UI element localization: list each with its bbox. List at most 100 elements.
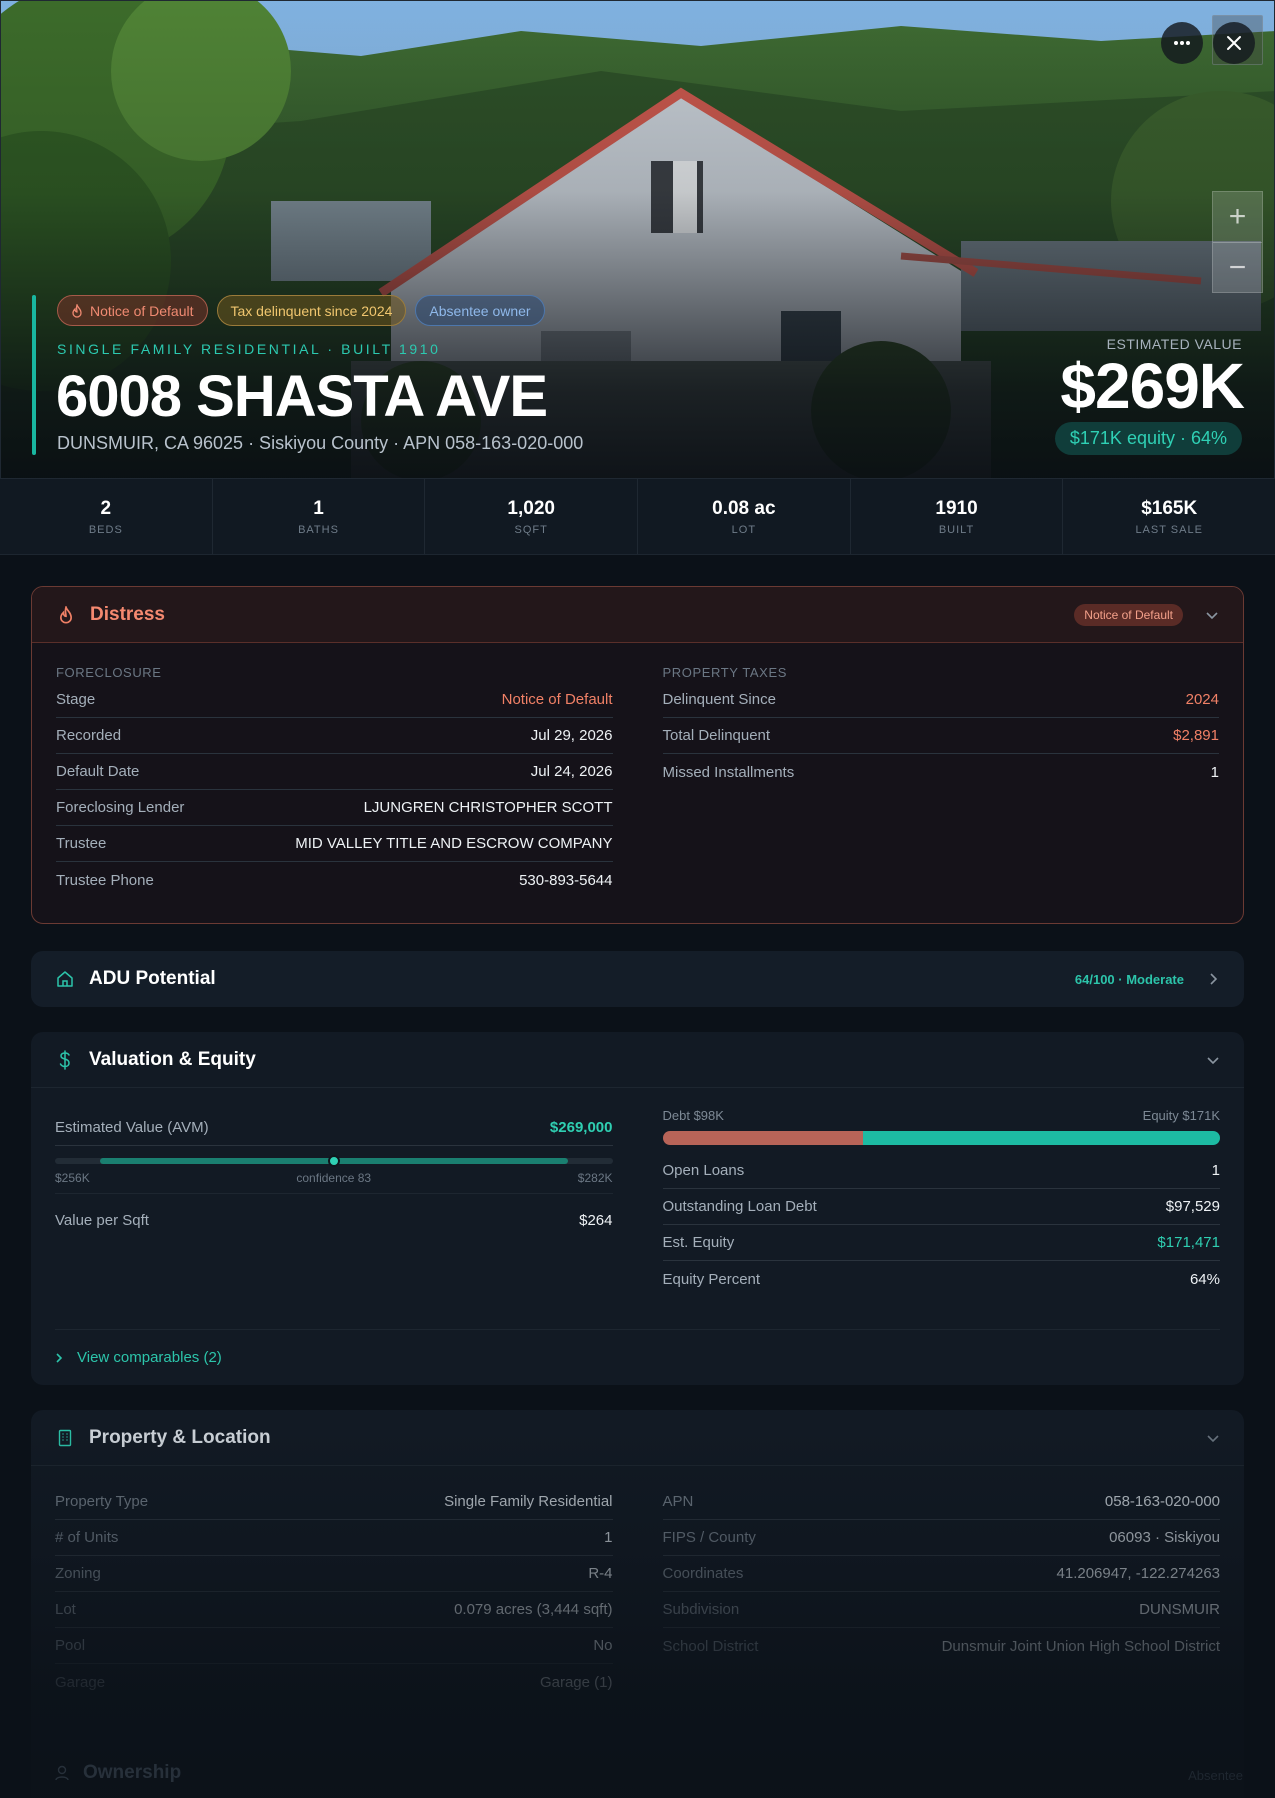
detail-value: R-4: [588, 1565, 613, 1582]
section-label: FORECLOSURE: [56, 665, 162, 680]
stat-built: 1910 BUILT: [851, 479, 1064, 554]
badge-absentee-owner[interactable]: Absentee owner: [415, 295, 545, 326]
stat-sqft: 1,020 SQFT: [425, 479, 639, 554]
stat-value: $165K: [1141, 497, 1198, 519]
avm-confidence-range: $256K confidence 83 $282K: [55, 1146, 613, 1194]
detail-key: APN: [662, 1493, 694, 1510]
badge-label: Absentee owner: [429, 302, 531, 319]
flame-icon: [72, 303, 82, 318]
expand-toggle[interactable]: [1206, 972, 1220, 986]
close-button[interactable]: [1213, 22, 1255, 64]
property-details-column: Property Type Single Family Residential #…: [55, 1484, 613, 1700]
building-icon: [58, 1429, 72, 1446]
ownership-status: Absentee: [1188, 1768, 1243, 1783]
detail-value: 058-163-020-000: [1104, 1493, 1220, 1510]
detail-row: Default Date Jul 24, 2026: [56, 754, 613, 790]
collapse-toggle[interactable]: [1205, 608, 1219, 622]
stats-bar: 2 BEDS 1 BATHS 1,020 SQFT 0.08 ac LOT 19…: [0, 479, 1275, 555]
detail-value: $97,529: [1165, 1198, 1220, 1215]
detail-value: Jul 24, 2026: [530, 763, 613, 780]
more-horizontal-icon: [1174, 41, 1190, 45]
property-header[interactable]: Property & Location: [31, 1410, 1244, 1466]
ownership-title: Ownership: [83, 1762, 182, 1783]
detail-value: Dunsmuir Joint Union High School Distric…: [941, 1637, 1220, 1655]
detail-value: Jul 29, 2026: [530, 727, 613, 744]
location-details-column: APN 058-163-020-000 FIPS / County 06093 · …: [662, 1484, 1221, 1700]
detail-key: Property Type: [55, 1493, 149, 1510]
badge-notice-of-default[interactable]: Notice of Default: [57, 295, 208, 326]
detail-value: 1: [1210, 763, 1219, 781]
badge-list: Notice of Default Tax delinquent since 2…: [57, 295, 545, 326]
equity-label: Equity $171K: [1142, 1108, 1220, 1123]
detail-row: Recorded Jul 29, 2026: [56, 718, 613, 754]
detail-value: Garage (1): [539, 1673, 613, 1691]
zoom-in-button[interactable]: +: [1213, 192, 1262, 242]
stat-lot: 0.08 ac LOT: [638, 479, 851, 554]
view-comparables-link[interactable]: View comparables (2): [55, 1329, 1220, 1385]
debt-label: Debt $98K: [662, 1108, 724, 1123]
detail-row: Total Delinquent $2,891: [662, 718, 1219, 754]
stat-label: LAST SALE: [1135, 523, 1203, 536]
badge-tax-delinquent[interactable]: Tax delinquent since 2024: [216, 295, 407, 326]
avm-confidence: confidence 83: [296, 1171, 372, 1185]
detail-row: Garage Garage (1): [55, 1664, 613, 1700]
stat-value: 2: [100, 497, 112, 519]
detail-value[interactable]: 530-893-5644: [519, 872, 612, 889]
detail-key: Estimated Value (AVM): [55, 1119, 209, 1136]
close-icon: [1227, 36, 1241, 50]
detail-key: Total Delinquent: [662, 727, 771, 744]
detail-row: Zoning R-4: [55, 1556, 613, 1592]
detail-row: Value per Sqft $264: [55, 1202, 613, 1238]
stat-beds: 2 BEDS: [0, 479, 213, 554]
map-zoom-controls: + −: [1212, 191, 1263, 293]
valuation-header[interactable]: Valuation & Equity: [31, 1032, 1244, 1088]
detail-row: Equity Percent 64%: [663, 1261, 1221, 1297]
detail-key: Lot: [55, 1601, 76, 1618]
property-subtitle: DUNSMUIR, CA 96025 · Siskiyou County · A…: [57, 433, 584, 453]
detail-key: Equity Percent: [662, 1270, 761, 1288]
more-options-button[interactable]: [1161, 22, 1203, 64]
ownership-section-header[interactable]: Ownership: [55, 1762, 181, 1784]
detail-row: Subdivision DUNSMUIR: [662, 1592, 1220, 1628]
stat-value: 0.08 ac: [712, 497, 776, 519]
stat-value: 1910: [935, 497, 978, 519]
detail-row: Missed Installments 1: [663, 754, 1220, 790]
detail-row: School District Dunsmuir Joint Union High…: [663, 1628, 1221, 1664]
valuation-title: Valuation & Equity: [89, 1048, 256, 1070]
detail-row: Property Type Single Family Residential: [55, 1484, 613, 1520]
foreclosure-column: FORECLOSURE Stage Notice of Default Recor…: [56, 643, 613, 898]
zoom-out-button[interactable]: −: [1213, 242, 1262, 292]
detail-key: Est. Equity: [662, 1234, 735, 1251]
estimated-value: $269K: [1060, 350, 1245, 422]
detail-key: Stage: [56, 691, 96, 708]
distress-header[interactable]: Distress Notice of Default: [32, 587, 1243, 643]
section-label: PROPERTY TAXES: [662, 665, 787, 680]
collapse-toggle[interactable]: [1206, 1431, 1220, 1445]
avm-high: $282K: [577, 1171, 613, 1185]
detail-key: Subdivision: [662, 1601, 740, 1618]
valuation-equity-card: Valuation & Equity Estimated Value (AVM)…: [31, 1032, 1244, 1385]
detail-key: Open Loans: [662, 1162, 745, 1179]
detail-value: Notice of Default: [501, 691, 613, 708]
detail-key: Trustee: [56, 835, 107, 852]
detail-key: Coordinates: [662, 1565, 744, 1582]
detail-key: Foreclosing Lender: [56, 799, 185, 816]
stat-value: 1,020: [507, 497, 555, 519]
property-address: 6008 SHASTA AVE: [56, 364, 548, 429]
detail-row: Trustee MID VALLEY TITLE AND ESCROW COMPA…: [56, 826, 613, 862]
detail-row: APN 058-163-020-000: [662, 1484, 1220, 1520]
detail-value: 64%: [1189, 1270, 1220, 1288]
avm-row: Estimated Value (AVM) $269,000: [55, 1110, 613, 1146]
detail-key: Default Date: [56, 763, 140, 780]
debt-segment: [662, 1131, 864, 1145]
detail-value: 06093 · Siskiyou: [1109, 1529, 1220, 1546]
user-icon: [55, 1765, 69, 1781]
adu-potential-card[interactable]: ADU Potential 64/100 · Moderate: [31, 951, 1244, 1007]
detail-value: Single Family Residential: [444, 1493, 613, 1510]
collapse-toggle[interactable]: [1206, 1053, 1220, 1067]
debt-equity-bar: [662, 1131, 1221, 1145]
property-kicker: SINGLE FAMILY RESIDENTIAL · BUILT 1910: [57, 341, 441, 357]
detail-value: 1: [1211, 1162, 1220, 1179]
home-icon: [57, 971, 73, 987]
stat-last-sale: $165K LAST SALE: [1063, 479, 1275, 554]
